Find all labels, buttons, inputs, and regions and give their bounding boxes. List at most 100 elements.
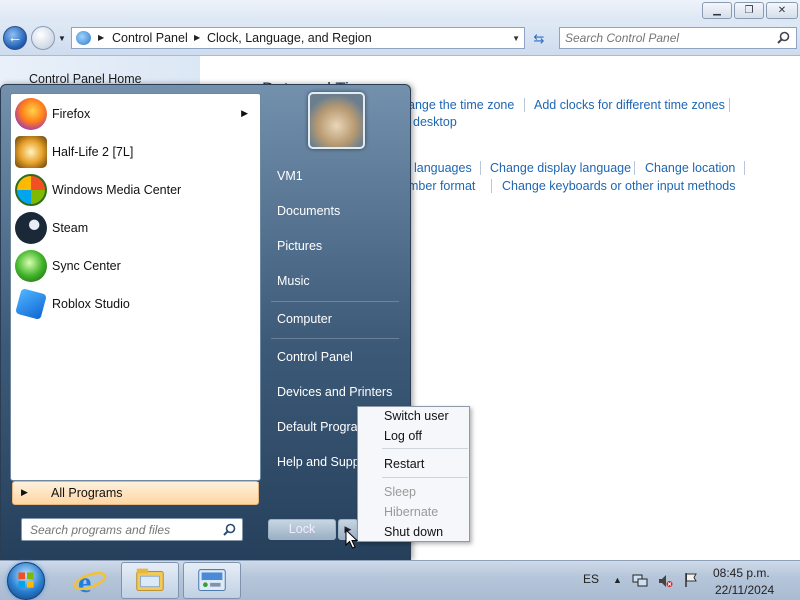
refresh-icon: ⇆ (533, 31, 545, 46)
right-link-pictures[interactable]: Pictures (277, 239, 322, 253)
start-button[interactable] (7, 562, 45, 600)
taskbar-internet-explorer[interactable]: e (62, 562, 118, 599)
start-search-box[interactable] (21, 518, 243, 541)
svg-text:e: e (78, 566, 91, 599)
start-menu: Firefox ▶ Half-Life 2 [7L] Windows Media… (0, 84, 411, 560)
program-label: Windows Media Center (52, 183, 182, 197)
breadcrumb-clock-language-region[interactable]: Clock, Language, and Region (207, 31, 372, 45)
roblox-studio-icon (15, 288, 47, 320)
action-center-flag-icon[interactable] (683, 572, 699, 588)
link-separator (744, 161, 745, 175)
network-icon[interactable] (632, 573, 648, 589)
search-box[interactable] (559, 27, 797, 49)
menu-item-sleep: Sleep (384, 485, 416, 499)
change-display-language-link[interactable]: Change display language (490, 161, 631, 175)
window-title-bar: ▁ ❐ ✕ (0, 0, 800, 22)
internet-explorer-icon: e (73, 566, 107, 599)
search-input[interactable] (565, 28, 765, 48)
navigation-bar: ← ▼ ▶ Control Panel ▶ Clock, Language, a… (0, 22, 800, 56)
program-label: Firefox (52, 107, 91, 121)
all-programs-label: All Programs (51, 486, 123, 500)
address-bar[interactable]: ▶ Control Panel ▶ Clock, Language, and R… (71, 27, 525, 49)
right-link-music[interactable]: Music (277, 274, 310, 288)
menu-item-switch-user[interactable]: Switch user (384, 409, 449, 423)
show-hidden-icons-chevron-icon[interactable]: ▲ (613, 575, 622, 585)
address-dropdown-icon[interactable]: ▼ (512, 34, 520, 43)
maximize-icon: ❐ (744, 5, 754, 16)
sync-center-icon (15, 250, 47, 282)
breadcrumb-control-panel[interactable]: Control Panel (112, 31, 188, 45)
back-arrow-icon: ← (7, 29, 23, 46)
list-item-roblox-studio[interactable]: Roblox Studio (11, 285, 260, 323)
program-label: Steam (52, 221, 89, 235)
start-search-input[interactable] (30, 519, 220, 540)
media-center-icon (15, 174, 47, 206)
taskbar: e ES ▲ 08:45 p.m. 22/11/2024 (0, 560, 800, 600)
right-link-control-panel[interactable]: Control Panel (277, 350, 353, 364)
right-link-documents[interactable]: Documents (277, 204, 340, 218)
list-item-sync-center[interactable]: Sync Center (11, 247, 260, 285)
install-languages-link[interactable]: languages (414, 161, 472, 175)
link-separator (480, 161, 481, 175)
menu-item-shut-down[interactable]: Shut down (384, 525, 443, 539)
search-icon[interactable] (777, 31, 790, 44)
programs-list: Firefox ▶ Half-Life 2 [7L] Windows Media… (10, 93, 261, 483)
taskbar-control-panel[interactable] (183, 562, 241, 599)
power-options-menu: Switch user Log off Restart Sleep Hibern… (357, 406, 470, 542)
change-keyboards-link[interactable]: Change keyboards or other input methods (502, 179, 735, 193)
list-item-windows-media-center[interactable]: Windows Media Center (11, 171, 260, 209)
link-separator (524, 98, 525, 112)
recent-pages-dropdown-icon[interactable]: ▼ (58, 34, 66, 43)
forward-button[interactable] (31, 26, 55, 50)
right-pane-divider (271, 338, 399, 339)
menu-separator (382, 477, 468, 478)
windows-explorer-icon (136, 568, 164, 591)
menu-item-hibernate: Hibernate (384, 505, 439, 519)
control-panel-icon (198, 569, 226, 591)
right-link-user-folder[interactable]: VM1 (277, 169, 303, 183)
right-pane-divider (271, 301, 399, 302)
maximize-button[interactable]: ❐ (734, 2, 764, 19)
all-programs-arrow-icon: ▶ (21, 487, 28, 497)
right-link-devices-printers[interactable]: Devices and Printers (277, 385, 392, 399)
list-item-half-life-2[interactable]: Half-Life 2 [7L] (11, 133, 260, 171)
clock-time[interactable]: 08:45 p.m. (713, 566, 770, 580)
menu-item-restart[interactable]: Restart (384, 457, 424, 471)
program-label: Sync Center (52, 259, 121, 273)
user-avatar[interactable] (308, 92, 365, 149)
menu-item-log-off[interactable]: Log off (384, 429, 422, 443)
mouse-cursor-icon (345, 529, 359, 549)
list-item-steam[interactable]: Steam (11, 209, 260, 247)
minimize-button[interactable]: ▁ (702, 2, 732, 19)
windows-logo-icon (18, 572, 34, 588)
add-clocks-link[interactable]: Add clocks for different time zones (534, 98, 725, 112)
steam-icon (15, 212, 47, 244)
link-separator (634, 161, 635, 175)
close-icon: ✕ (777, 5, 787, 16)
search-icon[interactable] (223, 523, 236, 536)
refresh-button[interactable]: ⇆ (528, 29, 550, 49)
lock-button[interactable]: Lock (268, 519, 336, 540)
breadcrumb-arrow-icon[interactable]: ▶ (98, 33, 104, 42)
volume-muted-icon[interactable] (657, 573, 673, 589)
program-label: Half-Life 2 [7L] (52, 145, 134, 159)
change-time-zone-link[interactable]: ange the time zone (408, 98, 514, 112)
program-label: Roblox Studio (52, 297, 130, 311)
firefox-icon (15, 98, 47, 130)
all-programs-button[interactable]: ▶ All Programs (12, 481, 259, 505)
gadget-desktop-link[interactable]: desktop (413, 115, 457, 129)
close-button[interactable]: ✕ (766, 2, 798, 19)
clock-date[interactable]: 22/11/2024 (715, 583, 774, 597)
minimize-icon: ▁ (713, 5, 721, 16)
list-item-firefox[interactable]: Firefox ▶ (11, 95, 260, 133)
change-location-link[interactable]: Change location (645, 161, 735, 175)
change-number-format-link[interactable]: mber format (408, 179, 475, 193)
language-indicator[interactable]: ES (583, 572, 599, 586)
link-separator (729, 98, 730, 112)
right-link-computer[interactable]: Computer (277, 312, 332, 326)
taskbar-windows-explorer[interactable] (121, 562, 179, 599)
submenu-arrow-icon[interactable]: ▶ (241, 108, 248, 119)
half-life-icon (15, 136, 47, 168)
back-button[interactable]: ← (3, 26, 27, 50)
breadcrumb-arrow-icon[interactable]: ▶ (194, 33, 200, 42)
